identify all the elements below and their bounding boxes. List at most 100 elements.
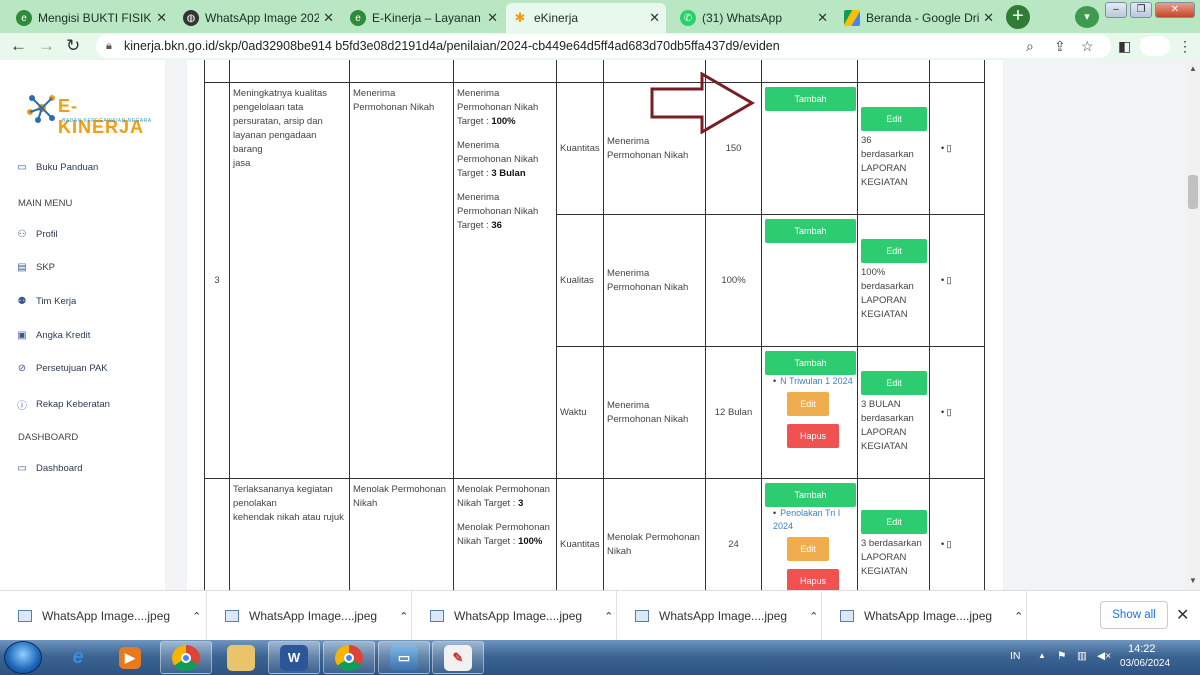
clock-date[interactable]: 03/06/2024: [1120, 658, 1170, 669]
edit-realisasi-button[interactable]: Edit: [861, 239, 927, 263]
scrollbar-thumb[interactable]: [1188, 175, 1198, 209]
edit-realisasi-button[interactable]: Edit: [861, 107, 927, 131]
close-icon[interactable]: ✕: [156, 10, 167, 26]
evidence-link[interactable]: N Triwulan 1 2024: [773, 375, 854, 388]
maximize-button[interactable]: ❐: [1130, 2, 1152, 18]
tab-title: Beranda - Google Drive: [866, 11, 980, 25]
clock-time[interactable]: 14:22: [1128, 643, 1156, 655]
sidebar-item-tim-kerja[interactable]: ⚉ Tim Kerja: [16, 296, 77, 307]
edit-realisasi-button[interactable]: Edit: [861, 510, 927, 534]
dashboard-heading: DASHBOARD: [18, 432, 79, 443]
close-window-button[interactable]: ✕: [1155, 2, 1195, 18]
edit-realisasi-button[interactable]: Edit: [861, 371, 927, 395]
chrome-icon: [172, 644, 200, 671]
folder-icon: [227, 644, 255, 671]
indikator-cell: Menerima Permohonan Nikah: [603, 214, 706, 347]
tambah-button[interactable]: Tambah: [765, 219, 856, 243]
volume-icon[interactable]: ◀×: [1097, 650, 1111, 662]
chevron-up-icon[interactable]: ⌃: [399, 610, 408, 623]
ekinerja-logo[interactable]: E-KINERJA BADAN KEPEGAWAIAN NEGARA: [24, 90, 154, 137]
action-bullet[interactable]: • ▯: [933, 407, 952, 417]
ekinerja-favicon-icon: e: [16, 10, 32, 26]
browser-tab-active[interactable]: ✱ eKinerja ✕: [506, 3, 666, 33]
share-icon[interactable]: ⇪: [1054, 34, 1066, 58]
close-icon[interactable]: ✕: [1176, 605, 1189, 625]
close-icon[interactable]: ✕: [487, 10, 498, 26]
close-icon[interactable]: ✕: [323, 10, 334, 26]
taskbar-photo-viewer[interactable]: ▭: [378, 641, 430, 674]
minimize-button[interactable]: ‒: [1105, 2, 1127, 18]
tambah-button[interactable]: Tambah: [765, 483, 856, 507]
action-bullet[interactable]: • ▯: [933, 143, 952, 153]
hapus-evidence-button[interactable]: Hapus: [787, 424, 839, 448]
sidebar-item-angka-kredit[interactable]: ▣ Angka Kredit: [16, 330, 90, 341]
forward-icon[interactable]: →: [38, 37, 55, 55]
browser-tab[interactable]: e Mengisi BUKTI FISIK da ✕: [10, 3, 173, 33]
taskbar-media[interactable]: ▶: [104, 641, 156, 674]
action-bullet[interactable]: • ▯: [933, 275, 952, 285]
tambah-button[interactable]: Tambah: [765, 351, 856, 375]
sidebar-item-dashboard[interactable]: ▭ Dashboard: [16, 463, 82, 474]
back-icon[interactable]: ←: [10, 37, 27, 55]
close-icon[interactable]: ✕: [983, 10, 994, 26]
sidebar-item-rekap-keberatan[interactable]: ⓘ Rekap Keberatan: [16, 397, 110, 412]
taskbar-chrome-2[interactable]: [323, 641, 375, 674]
reload-icon[interactable]: ↻: [66, 37, 80, 55]
evidence-link[interactable]: Penolakan Tri I 2024: [773, 507, 854, 533]
sidebar-item-buku-panduan[interactable]: ▭ Buku Panduan: [16, 162, 98, 173]
hapus-evidence-button[interactable]: Hapus: [787, 569, 839, 590]
tab-search-button[interactable]: ▾: [1075, 6, 1099, 28]
scroll-up-icon[interactable]: ▲: [1189, 64, 1197, 73]
download-item[interactable]: WhatsApp Image....jpeg ⌃: [617, 591, 822, 641]
edit-evidence-button[interactable]: Edit: [787, 392, 829, 416]
evidence-cell: Tambah Penolakan Tri I 2024 Edit Hapus: [761, 478, 858, 590]
browser-tab[interactable]: ◍ WhatsApp Image 2024 ✕: [177, 3, 340, 33]
chevron-up-icon[interactable]: ⌃: [192, 610, 201, 623]
ekinerja-favicon-icon: e: [350, 10, 366, 26]
address-bar[interactable]: 🔒︎ kinerja.bkn.go.id/skp/0ad32908be914 b…: [96, 34, 1111, 58]
download-item[interactable]: WhatsApp Image....jpeg ⌃: [207, 591, 412, 641]
taskbar-chrome[interactable]: [160, 641, 212, 674]
annotation-arrow: [650, 72, 755, 134]
zoom-icon[interactable]: ⌕: [1026, 34, 1034, 58]
browser-tab[interactable]: e E-Kinerja – Layanan KU ✕: [344, 3, 504, 33]
info-circle-icon: ⓘ: [17, 401, 27, 412]
sidebar-item-label: Rekap Keberatan: [36, 399, 110, 410]
show-all-button[interactable]: Show all: [1100, 601, 1168, 629]
sidebar-item-persetujuan-pak[interactable]: ⊘ Persetujuan PAK: [16, 363, 108, 374]
edit-evidence-button[interactable]: Edit: [787, 537, 829, 561]
page-scrollbar[interactable]: ▲ ▼: [1186, 60, 1200, 590]
realisasi-text: 36 berdasarkan LAPORAN KEGIATAN: [861, 135, 914, 188]
show-hidden-icons[interactable]: ▲: [1038, 651, 1046, 660]
new-tab-button[interactable]: +: [1006, 5, 1030, 29]
chevron-up-icon[interactable]: ⌃: [809, 610, 818, 623]
download-item[interactable]: WhatsApp Image....jpeg ⌃: [0, 591, 207, 641]
flag-icon[interactable]: ⚑: [1057, 650, 1066, 662]
download-item[interactable]: WhatsApp Image....jpeg ⌃: [822, 591, 1027, 641]
language-indicator[interactable]: IN: [1010, 650, 1021, 662]
tambah-button[interactable]: Tambah: [765, 87, 856, 111]
taskbar-explorer[interactable]: [215, 641, 267, 674]
chevron-up-icon[interactable]: ⌃: [604, 610, 613, 623]
close-icon[interactable]: ✕: [817, 10, 828, 26]
taskbar-word[interactable]: W: [268, 641, 320, 674]
chevron-up-icon[interactable]: ⌃: [1014, 610, 1023, 623]
row-number: [204, 478, 230, 590]
profile-avatar[interactable]: [1140, 36, 1170, 56]
browser-tab[interactable]: ✆ (31) WhatsApp ✕: [674, 3, 834, 33]
network-icon[interactable]: ▥: [1077, 650, 1087, 662]
download-item[interactable]: WhatsApp Image....jpeg ⌃: [412, 591, 617, 641]
sidebar-item-skp[interactable]: ▤ SKP: [16, 262, 55, 273]
action-cell: • ▯: [929, 478, 985, 590]
taskbar-paint[interactable]: ✎: [432, 641, 484, 674]
sidebar-item-profil[interactable]: ⚇ Profil: [16, 229, 58, 240]
taskbar-ie[interactable]: e: [52, 641, 104, 674]
action-bullet[interactable]: • ▯: [933, 539, 952, 549]
bookmark-star-icon[interactable]: ☆: [1081, 34, 1094, 58]
browser-tab[interactable]: Beranda - Google Drive ✕: [838, 3, 1000, 33]
start-button[interactable]: [4, 641, 42, 674]
scroll-down-icon[interactable]: ▼: [1189, 576, 1197, 585]
menu-kebab-icon[interactable]: ⋮: [1178, 37, 1192, 55]
side-panel-icon[interactable]: ◧: [1118, 37, 1131, 55]
close-icon[interactable]: ✕: [649, 10, 660, 26]
